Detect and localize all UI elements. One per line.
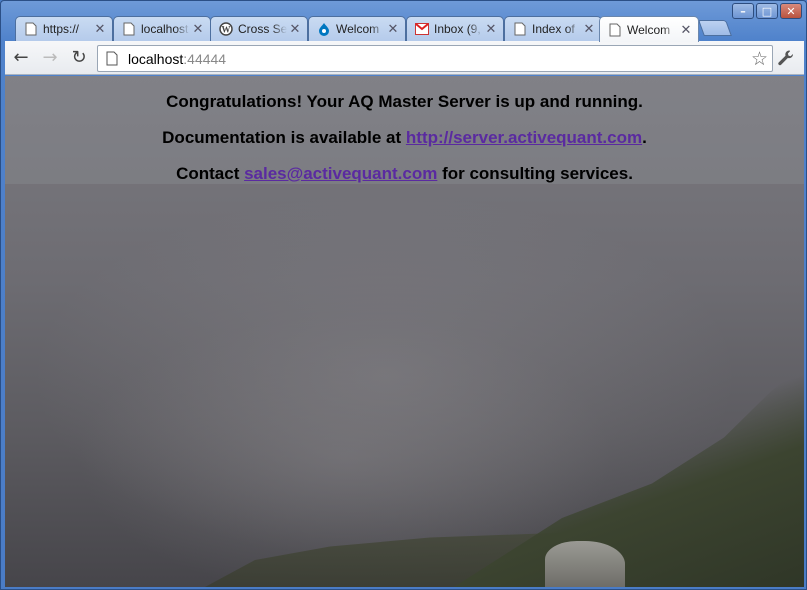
back-button[interactable]: ← [8, 45, 34, 71]
tab-localhost[interactable]: localhost ✕ [113, 16, 211, 41]
tab-label: Inbox (9, [434, 22, 481, 36]
drupal-icon [317, 22, 331, 36]
page-content: Congratulations! Your AQ Master Server i… [5, 76, 804, 587]
close-icon[interactable]: ✕ [190, 21, 206, 37]
message-banner: Congratulations! Your AQ Master Server i… [5, 76, 804, 184]
sales-email-link[interactable]: sales@activequant.com [244, 164, 437, 183]
rock-image [545, 541, 625, 587]
close-icon[interactable]: ✕ [581, 21, 597, 37]
documentation-prefix: Documentation is available at [162, 128, 406, 147]
contact-prefix: Contact [176, 164, 245, 183]
wordpress-icon: W [219, 22, 233, 36]
close-icon[interactable]: ✕ [287, 21, 303, 37]
tab-welcome-drupal[interactable]: Welcom ✕ [308, 16, 406, 41]
tab-label: https:// [43, 22, 80, 36]
forward-button[interactable]: → [37, 45, 63, 71]
url-host: localhost [128, 50, 184, 67]
svg-text:W: W [222, 25, 231, 35]
tab-label: localhost [141, 22, 189, 36]
contact-suffix: for consulting services. [437, 164, 633, 183]
close-icon[interactable]: ✕ [385, 21, 401, 37]
close-icon[interactable]: ✕ [92, 21, 108, 37]
tab-https[interactable]: https:// ✕ [15, 16, 113, 41]
browser-toolbar: ← → ↻ localhost:44444 ☆ [5, 41, 804, 75]
window-controls: – □ ✕ [732, 3, 802, 19]
page-icon [608, 23, 622, 37]
address-bar[interactable]: localhost:44444 ☆ [97, 45, 773, 72]
wrench-menu-icon[interactable] [774, 46, 798, 70]
gmail-icon [415, 22, 429, 36]
page-icon [24, 22, 38, 36]
close-window-button[interactable]: ✕ [780, 3, 802, 19]
close-icon[interactable]: ✕ [483, 21, 499, 37]
documentation-suffix: . [642, 128, 647, 147]
page-icon [106, 51, 120, 67]
bookmark-star-icon[interactable]: ☆ [751, 48, 768, 70]
tab-label: Welcom [627, 22, 671, 37]
contact-line: Contact sales@activequant.com for consul… [5, 164, 804, 184]
browser-window: https:// ✕ localhost ✕ W Cross Se ✕ Welc… [0, 0, 807, 590]
reload-button[interactable]: ↻ [66, 45, 92, 71]
tab-welcome-active[interactable]: Welcom ✕ [599, 16, 699, 42]
documentation-link[interactable]: http://server.activequant.com [406, 128, 642, 147]
maximize-button[interactable]: □ [756, 3, 778, 19]
page-icon [513, 22, 527, 36]
page-icon [122, 22, 136, 36]
close-icon[interactable]: ✕ [678, 22, 694, 38]
tab-label: Welcom [336, 22, 380, 36]
new-tab-button[interactable] [698, 20, 732, 36]
tab-index-of[interactable]: Index of ✕ [504, 16, 602, 41]
url-port: :44444 [183, 50, 227, 67]
minimize-button[interactable]: – [732, 3, 754, 19]
documentation-line: Documentation is available at http://ser… [5, 128, 804, 148]
status-message: Congratulations! Your AQ Master Server i… [166, 92, 643, 111]
tab-inbox[interactable]: Inbox (9, ✕ [406, 16, 504, 41]
tab-strip: https:// ✕ localhost ✕ W Cross Se ✕ Welc… [1, 1, 807, 42]
tab-label: Index of [532, 22, 575, 36]
tab-cross-se[interactable]: W Cross Se ✕ [210, 16, 308, 41]
tab-label: Cross Se [238, 22, 287, 36]
